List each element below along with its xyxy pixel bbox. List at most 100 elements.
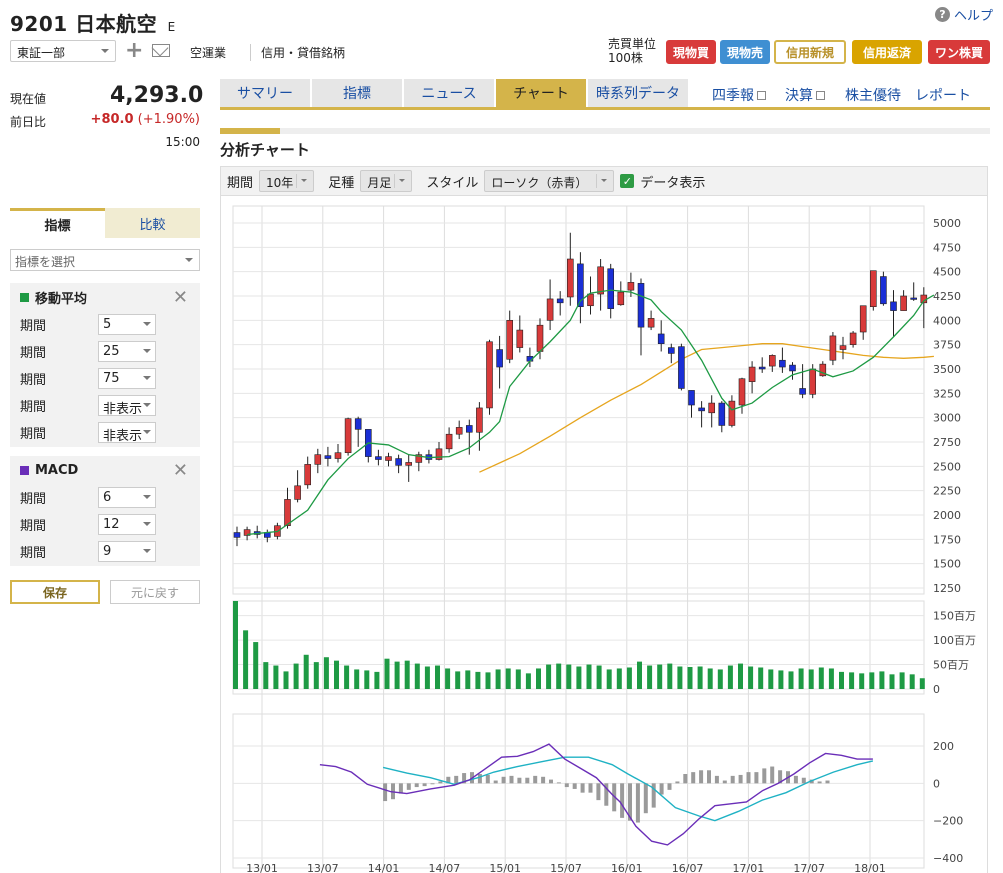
period-select[interactable]: 12 [98, 514, 156, 535]
mail-icon[interactable] [152, 44, 170, 57]
main-tab[interactable]: サマリー [220, 79, 310, 107]
help-label: ヘルプ [953, 9, 993, 24]
candle-body [486, 341, 493, 409]
style-select[interactable]: ローソク（赤青） [484, 170, 615, 192]
close-icon[interactable]: ✕ [173, 287, 188, 308]
volume-bar [839, 671, 844, 689]
sector-label[interactable]: 空運業 [190, 44, 226, 61]
candle-body [506, 320, 514, 360]
volume-bar [556, 663, 562, 689]
macd-histogram-bar [793, 775, 798, 784]
current-price-value: 4,293.0 [110, 83, 204, 108]
main-tab[interactable]: 時系列データ [588, 79, 688, 107]
macd-histogram-bar [588, 783, 593, 793]
data-display-label: データ表示 [640, 175, 706, 191]
volume-bar [566, 664, 572, 689]
price-tick-label: 2250 [933, 485, 961, 498]
macd-histogram-bar [738, 774, 743, 784]
save-button[interactable]: 保存 [10, 580, 100, 604]
trade-button[interactable]: 現物買 [666, 40, 716, 64]
volume-bar [233, 601, 238, 689]
price-tick-label: 3250 [933, 387, 961, 400]
add-to-portfolio-icon[interactable]: + [125, 38, 143, 63]
indicator-select[interactable]: 指標を選択 [10, 249, 200, 271]
header-link[interactable]: 決算 [785, 85, 825, 105]
period-select[interactable]: 10年 [259, 170, 315, 192]
volume-bar [909, 674, 915, 689]
style-label: スタイル [426, 175, 479, 191]
trade-button[interactable]: 現物売 [720, 40, 770, 64]
trade-button[interactable]: 信用新規 [774, 40, 846, 64]
candle-body [597, 266, 604, 295]
period-select[interactable]: 6 [98, 487, 156, 508]
close-icon[interactable]: ✕ [173, 460, 188, 481]
trade-button[interactable]: 信用返済 [852, 40, 922, 64]
revert-button[interactable]: 元に戻す [110, 580, 200, 604]
volume-bar [637, 661, 642, 689]
header-link[interactable]: 株主優待 [845, 85, 901, 105]
candle-body [728, 400, 736, 426]
period-select[interactable]: 9 [98, 541, 156, 562]
period-row: 期間 非表示 [10, 392, 200, 419]
candle-body [789, 364, 796, 372]
period-select[interactable]: 25 [98, 341, 156, 362]
price-tick-label: 4000 [933, 314, 961, 327]
header-link-label: 決算 [785, 88, 813, 104]
price-tick-label: 1750 [933, 533, 961, 546]
main-tab[interactable]: ニュース [404, 79, 494, 107]
period-select[interactable]: 75 [98, 368, 156, 389]
macd-histogram-bar [517, 777, 522, 784]
header-link[interactable]: レポート [915, 85, 971, 105]
candle-body [698, 407, 705, 412]
candle-body [466, 425, 473, 433]
candle-body [627, 282, 635, 291]
market-select[interactable]: 東証一部 [10, 40, 116, 62]
volume-bar [626, 667, 632, 689]
volume-bar [364, 670, 370, 689]
candle-body [910, 297, 918, 300]
volume-bar [889, 674, 895, 689]
data-display-checkbox[interactable]: ✓ [620, 174, 635, 188]
macd-histogram-bar [509, 775, 514, 784]
moving-average-color-icon [20, 292, 29, 302]
volume-tick-label: 100百万 [933, 634, 976, 647]
candle-body [678, 346, 685, 389]
tab-indicator[interactable]: 指標 [10, 208, 105, 238]
period-select[interactable]: 5 [98, 314, 156, 335]
left-tabs: 指標 比較 [10, 208, 200, 238]
candle-body [556, 298, 564, 304]
chart-controls: 期間 10年 足種 月足 スタイル ローソク（赤青） ✓ データ表示 [220, 166, 988, 196]
volume-bar [374, 671, 380, 689]
price-tick-label: 4750 [933, 241, 961, 254]
quote-time: 15:00 [165, 135, 200, 149]
bar-type-select[interactable]: 月足 [360, 170, 413, 192]
candle-body [546, 298, 554, 321]
macd-histogram-bar [730, 775, 735, 784]
volume-bar [828, 668, 834, 689]
candle-body [647, 318, 655, 328]
volume-bar [455, 671, 461, 689]
period-row: 期間 12 [10, 511, 200, 538]
volume-bar [738, 663, 743, 689]
period-select[interactable]: 非表示 [98, 422, 156, 444]
trade-unit: 売買単位 100株 [608, 37, 656, 65]
volume-bar [859, 673, 865, 689]
x-tick-label: 15/07 [550, 862, 582, 873]
candle-body [233, 532, 241, 538]
main-tab[interactable]: チャート [496, 79, 586, 107]
help-link[interactable]: ? ヘルプ [934, 5, 993, 24]
volume-bar [869, 672, 875, 689]
tab-compare[interactable]: 比較 [105, 208, 200, 238]
header-link[interactable]: 四季報 [712, 85, 766, 105]
macd-histogram-bar [817, 781, 822, 784]
period-row: 期間 非表示 [10, 419, 200, 446]
volume-bar [647, 665, 653, 689]
section-divider [220, 128, 990, 134]
main-tab[interactable]: 指標 [312, 79, 402, 107]
volume-bar [788, 671, 794, 689]
moving-average-header: 移動平均 ✕ [10, 283, 200, 311]
trade-button[interactable]: ワン株買 [928, 40, 990, 64]
credit-type-label: 信用・貸借銘柄 [250, 44, 345, 61]
period-select[interactable]: 非表示 [98, 395, 156, 417]
period-label: 期間 [20, 427, 47, 442]
